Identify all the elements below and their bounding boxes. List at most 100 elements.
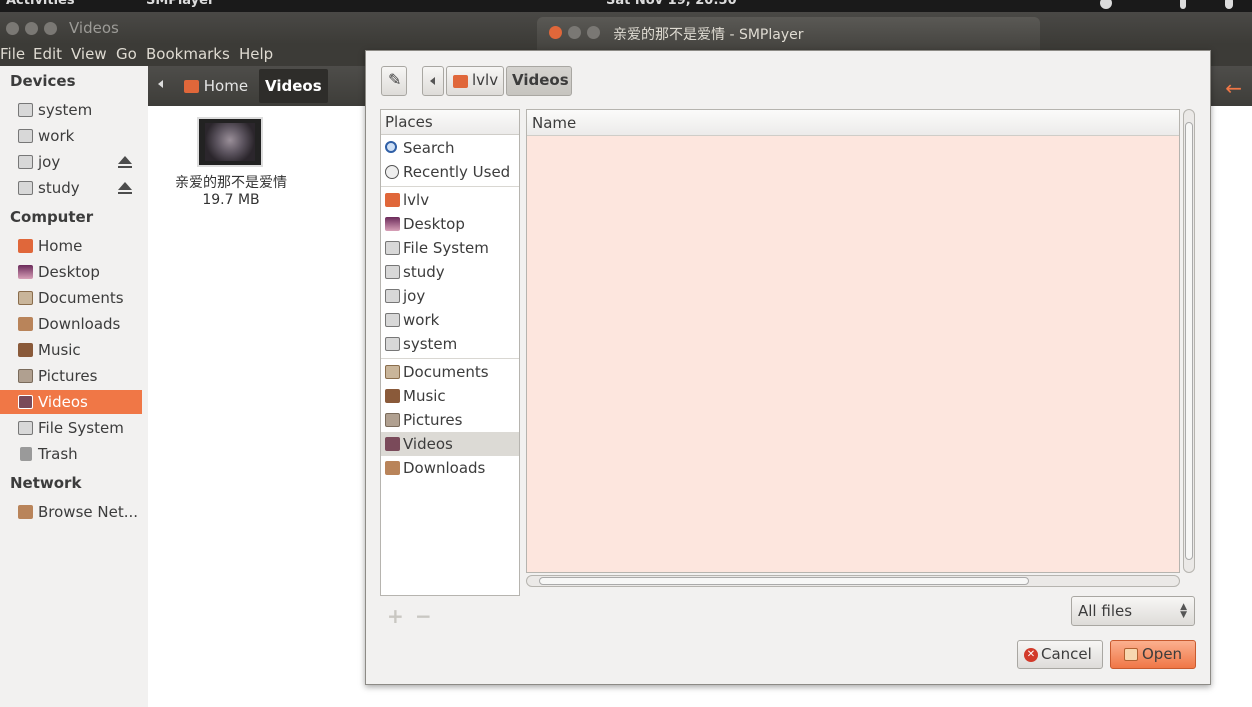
sidebar-header-devices: Devices <box>10 72 76 90</box>
menu-bookmarks[interactable]: Bookmarks <box>146 45 230 63</box>
home-folder-icon <box>18 239 33 253</box>
desktop-icon <box>385 217 400 231</box>
eject-icon[interactable] <box>118 182 132 194</box>
pictures-folder-icon <box>385 413 400 427</box>
vertical-scrollbar[interactable] <box>1183 109 1195 573</box>
sidebar-item-study[interactable]: study <box>0 176 142 200</box>
sidebar-item-desktop[interactable]: Desktop <box>0 260 142 284</box>
places-item-music[interactable]: Music <box>381 384 519 408</box>
sidebar-item-label: Music <box>38 341 81 359</box>
sidebar-item-documents[interactable]: Documents <box>0 286 142 310</box>
path-button-lvlv[interactable]: lvlv <box>446 66 504 96</box>
breadcrumb-left-arrow-icon[interactable] <box>158 80 163 88</box>
file-list[interactable]: Name <box>526 109 1180 573</box>
close-icon[interactable] <box>6 22 19 35</box>
music-folder-icon <box>385 389 400 403</box>
sidebar-item-label: Documents <box>38 289 124 307</box>
sidebar-item-label: study <box>38 179 80 197</box>
places-item-system[interactable]: system <box>381 332 519 356</box>
places-item-videos[interactable]: Videos <box>381 432 519 456</box>
close-icon[interactable] <box>549 26 562 39</box>
accessibility-icon[interactable] <box>1100 0 1112 9</box>
file-name[interactable]: 亲爱的那不是爱情 <box>166 172 296 192</box>
places-item-recently-used[interactable]: Recently Used <box>381 160 519 184</box>
places-item-joy[interactable]: joy <box>381 284 519 308</box>
column-header-name[interactable]: Name <box>527 110 1179 136</box>
path-button-videos[interactable]: Videos <box>506 66 572 96</box>
cancel-button[interactable]: ✕ Cancel <box>1017 640 1103 669</box>
places-item-search[interactable]: Search <box>381 136 519 160</box>
scrollbar-thumb[interactable] <box>539 577 1029 585</box>
maximize-icon[interactable] <box>44 22 57 35</box>
minimize-icon[interactable] <box>25 22 38 35</box>
select-arrows-icon: ▲ ▼ <box>1180 602 1187 620</box>
back-arrow-icon[interactable]: ← <box>1225 76 1242 100</box>
file-filter-select[interactable]: All files ▲ ▼ <box>1071 596 1195 626</box>
open-button[interactable]: Open <box>1110 640 1196 669</box>
sidebar: Devices system work joy study Computer H… <box>0 66 148 707</box>
sidebar-item-file-system[interactable]: File System <box>0 416 142 440</box>
places-item-desktop[interactable]: Desktop <box>381 212 519 236</box>
places-item-pictures[interactable]: Pictures <box>381 408 519 432</box>
menu-go[interactable]: Go <box>116 45 137 63</box>
sidebar-item-work[interactable]: work <box>0 124 142 148</box>
app-menu[interactable]: SMPlayer <box>146 0 214 8</box>
clock[interactable]: Sat Nov 19, 20:50 <box>606 0 737 8</box>
places-item-lvlv[interactable]: lvlv <box>381 188 519 212</box>
sidebar-item-label: joy <box>38 153 61 171</box>
downloads-folder-icon <box>385 461 400 475</box>
pencil-icon: ✎ <box>388 70 402 89</box>
places-header[interactable]: Places <box>381 110 519 135</box>
scrollbar-thumb[interactable] <box>1185 122 1193 560</box>
remove-bookmark-icon[interactable]: − <box>415 604 432 628</box>
volume-icon[interactable] <box>1225 0 1233 9</box>
breadcrumb-home-label: Home <box>203 77 249 95</box>
horizontal-scrollbar[interactable] <box>526 575 1180 587</box>
activities-button[interactable]: Activities <box>6 0 75 8</box>
video-thumbnail[interactable] <box>197 117 263 167</box>
minimize-icon[interactable] <box>568 26 581 39</box>
path-left-button[interactable] <box>422 66 444 96</box>
sidebar-item-label: Pictures <box>38 367 98 385</box>
sidebar-item-home[interactable]: Home <box>0 234 142 258</box>
places-item-study[interactable]: study <box>381 260 519 284</box>
sidebar-item-joy[interactable]: joy <box>0 150 142 174</box>
drive-icon <box>18 421 33 435</box>
sidebar-item-music[interactable]: Music <box>0 338 142 362</box>
top-panel: Activities SMPlayer Sat Nov 19, 20:50 <box>0 0 1252 12</box>
music-folder-icon <box>18 343 33 357</box>
places-item-label: joy <box>403 287 426 305</box>
videos-folder-icon <box>18 395 33 409</box>
menu-help[interactable]: Help <box>239 45 273 63</box>
open-folder-icon <box>1124 648 1138 661</box>
places-item-downloads[interactable]: Downloads <box>381 456 519 480</box>
dialog-titlebar: 亲爱的那不是爱情 - SMPlayer <box>537 17 1040 50</box>
home-folder-icon <box>453 75 468 88</box>
places-item-label: system <box>403 335 458 353</box>
breadcrumb-videos[interactable]: Videos <box>259 69 328 103</box>
places-item-work[interactable]: work <box>381 308 519 332</box>
places-item-documents[interactable]: Documents <box>381 360 519 384</box>
cancel-icon: ✕ <box>1024 648 1038 662</box>
sidebar-item-downloads[interactable]: Downloads <box>0 312 142 336</box>
sidebar-item-system[interactable]: system <box>0 98 142 122</box>
bluetooth-icon[interactable] <box>1180 0 1186 9</box>
type-location-button[interactable]: ✎ <box>381 66 407 96</box>
places-item-label: Search <box>403 139 455 157</box>
desktop-icon <box>18 265 33 279</box>
menu-edit[interactable]: Edit <box>33 45 62 63</box>
places-item-label: work <box>403 311 440 329</box>
sidebar-item-pictures[interactable]: Pictures <box>0 364 142 388</box>
file-chooser-dialog: ✎ lvlv Videos Places Search Recently Use… <box>365 50 1211 685</box>
sidebar-item-trash[interactable]: Trash <box>0 442 142 466</box>
add-bookmark-icon[interactable]: + <box>387 604 404 628</box>
home-folder-icon <box>385 193 400 207</box>
sidebar-item-browse-network[interactable]: Browse Net... <box>0 500 142 524</box>
menu-view[interactable]: View <box>71 45 107 63</box>
maximize-icon[interactable] <box>587 26 600 39</box>
menu-file[interactable]: File <box>0 45 25 63</box>
breadcrumb-home[interactable]: Home <box>178 69 254 103</box>
places-item-file-system[interactable]: File System <box>381 236 519 260</box>
sidebar-item-videos[interactable]: Videos <box>0 390 142 414</box>
eject-icon[interactable] <box>118 156 132 168</box>
